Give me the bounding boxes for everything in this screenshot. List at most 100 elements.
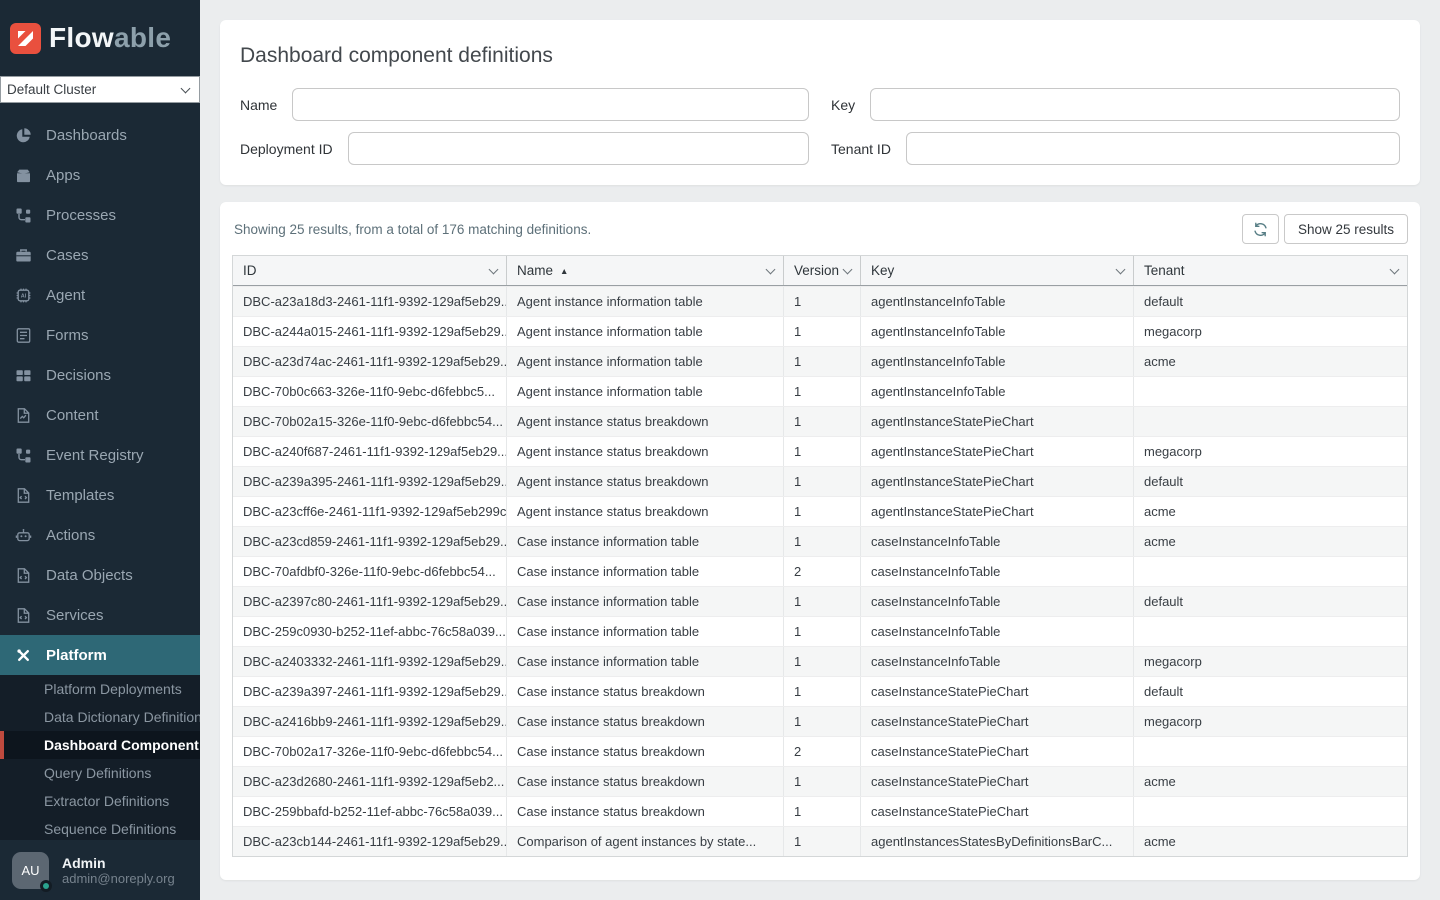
- table-row[interactable]: DBC-a23a18d3-2461-11f1-9392-129af5eb29..…: [233, 286, 1407, 316]
- sidebar-item-dashboards[interactable]: Dashboards: [0, 115, 200, 155]
- sidebar-item-content[interactable]: Content: [0, 395, 200, 435]
- name-filter-label: Name: [240, 97, 277, 113]
- avatar: AU: [12, 852, 49, 889]
- flowable-logo-icon: [10, 23, 41, 54]
- table-row[interactable]: DBC-a2403332-2461-11f1-9392-129af5eb29..…: [233, 646, 1407, 676]
- sidebar-item-services[interactable]: Services: [0, 595, 200, 635]
- table-row[interactable]: DBC-70afdbf0-326e-11f0-9ebc-d6febbc54...…: [233, 556, 1407, 586]
- cell-name: Case instance information table: [507, 557, 784, 586]
- brand-text: Flowable: [49, 22, 171, 54]
- chevron-down-icon[interactable]: [766, 264, 776, 274]
- table-row[interactable]: DBC-a23cb144-2461-11f1-9392-129af5eb29..…: [233, 826, 1407, 856]
- form-icon: [14, 327, 32, 344]
- cell-tenant: [1134, 407, 1407, 436]
- user-panel[interactable]: AU Admin admin@noreply.org: [0, 840, 200, 900]
- table-row[interactable]: DBC-70b0c663-326e-11f0-9ebc-d6febbc5... …: [233, 376, 1407, 406]
- cell-name: Agent instance status breakdown: [507, 407, 784, 436]
- cell-id: DBC-a2416bb9-2461-11f1-9392-129af5eb29..…: [233, 707, 507, 736]
- table-row[interactable]: DBC-a240f687-2461-11f1-9392-129af5eb29..…: [233, 436, 1407, 466]
- refresh-button[interactable]: [1242, 214, 1279, 244]
- chevron-down-icon[interactable]: [1116, 264, 1126, 274]
- sidebar-item-actions[interactable]: Actions: [0, 515, 200, 555]
- cell-key: agentInstanceInfoTable: [861, 287, 1134, 316]
- submenu-item-extractor-definitions[interactable]: Extractor Definitions: [0, 787, 200, 815]
- cell-name: Agent instance information table: [507, 317, 784, 346]
- cell-key: agentInstanceInfoTable: [861, 347, 1134, 376]
- sidebar-item-decisions[interactable]: Decisions: [0, 355, 200, 395]
- table-row[interactable]: DBC-a239a397-2461-11f1-9392-129af5eb29..…: [233, 676, 1407, 706]
- submenu-item-query-definitions[interactable]: Query Definitions: [0, 759, 200, 787]
- submenu-item-sequence-definitions[interactable]: Sequence Definitions: [0, 815, 200, 840]
- cell-name: Case instance information table: [507, 527, 784, 556]
- name-filter-input[interactable]: [292, 88, 809, 121]
- sidebar-item-templates[interactable]: Templates: [0, 475, 200, 515]
- sidebar-item-platform[interactable]: Platform: [0, 635, 200, 675]
- cell-id: DBC-a239a395-2461-11f1-9392-129af5eb29..…: [233, 467, 507, 496]
- process-diagram-icon: [14, 207, 32, 224]
- table-row[interactable]: DBC-a244a015-2461-11f1-9392-129af5eb29..…: [233, 316, 1407, 346]
- sidebar-item-forms[interactable]: Forms: [0, 315, 200, 355]
- cell-tenant: acme: [1134, 767, 1407, 796]
- deployment-id-filter-input[interactable]: [348, 132, 809, 165]
- tenant-id-filter-input[interactable]: [906, 132, 1400, 165]
- table-row[interactable]: DBC-a23cd859-2461-11f1-9392-129af5eb29..…: [233, 526, 1407, 556]
- column-header-key[interactable]: Key: [861, 256, 1134, 285]
- cell-key: agentInstanceStatePieChart: [861, 437, 1134, 466]
- table-row[interactable]: DBC-70b02a17-326e-11f0-9ebc-d6febbc54...…: [233, 736, 1407, 766]
- sidebar-item-data-objects[interactable]: Data Objects: [0, 555, 200, 595]
- column-header-name[interactable]: Name ▲: [507, 256, 784, 285]
- svg-text:AI: AI: [20, 293, 26, 299]
- document-code-icon: [14, 607, 32, 624]
- user-name: Admin: [62, 855, 175, 871]
- cell-version: 1: [784, 527, 861, 556]
- cell-key: agentInstanceStatePieChart: [861, 497, 1134, 526]
- cell-version: 1: [784, 377, 861, 406]
- definitions-table: ID Name ▲ Version Key: [232, 255, 1408, 857]
- key-filter-input[interactable]: [870, 88, 1400, 121]
- cell-key: caseInstanceInfoTable: [861, 587, 1134, 616]
- table-row[interactable]: DBC-a23d2680-2461-11f1-9392-129af5eb2...…: [233, 766, 1407, 796]
- cell-name: Case instance status breakdown: [507, 737, 784, 766]
- filters-card: Dashboard component definitions Name Key…: [220, 20, 1420, 185]
- column-header-tenant[interactable]: Tenant: [1134, 256, 1407, 285]
- cell-name: Case instance status breakdown: [507, 797, 784, 826]
- column-header-id[interactable]: ID: [233, 256, 507, 285]
- cell-version: 1: [784, 617, 861, 646]
- table-row[interactable]: DBC-a23cff6e-2461-11f1-9392-129af5eb299c…: [233, 496, 1407, 526]
- submenu-item-data-dictionary-definitions[interactable]: Data Dictionary Definitions: [0, 703, 200, 731]
- table-row[interactable]: DBC-a239a395-2461-11f1-9392-129af5eb29..…: [233, 466, 1407, 496]
- cell-tenant: default: [1134, 677, 1407, 706]
- cell-version: 1: [784, 677, 861, 706]
- sidebar-menu: Dashboards Apps Processes Cases AI Agent…: [0, 103, 200, 840]
- sidebar-item-event-registry[interactable]: Event Registry: [0, 435, 200, 475]
- cell-name: Case instance information table: [507, 587, 784, 616]
- sidebar-item-agent[interactable]: AI Agent: [0, 275, 200, 315]
- chevron-down-icon[interactable]: [843, 264, 853, 274]
- pie-chart-icon: [14, 127, 32, 144]
- table-row[interactable]: DBC-259c0930-b252-11ef-abbc-76c58a039...…: [233, 616, 1407, 646]
- table-row[interactable]: DBC-259bbafd-b252-11ef-abbc-76c58a039...…: [233, 796, 1407, 826]
- table-row[interactable]: DBC-a23d74ac-2461-11f1-9392-129af5eb29..…: [233, 346, 1407, 376]
- sidebar-item-processes[interactable]: Processes: [0, 195, 200, 235]
- submenu-item-platform-deployments[interactable]: Platform Deployments: [0, 675, 200, 703]
- show-results-button[interactable]: Show 25 results: [1284, 214, 1408, 244]
- status-dot-icon: [40, 880, 52, 892]
- cell-id: DBC-a240f687-2461-11f1-9392-129af5eb29..…: [233, 437, 507, 466]
- chevron-down-icon[interactable]: [489, 264, 499, 274]
- cell-key: caseInstanceStatePieChart: [861, 707, 1134, 736]
- cell-version: 2: [784, 557, 861, 586]
- cluster-select[interactable]: Default Cluster: [0, 76, 200, 103]
- cell-name: Case instance information table: [507, 647, 784, 676]
- tenant-id-filter-label: Tenant ID: [831, 141, 891, 157]
- cell-version: 1: [784, 437, 861, 466]
- sidebar-item-cases[interactable]: Cases: [0, 235, 200, 275]
- column-header-version[interactable]: Version: [784, 256, 861, 285]
- cell-id: DBC-259c0930-b252-11ef-abbc-76c58a039...: [233, 617, 507, 646]
- chevron-down-icon[interactable]: [1390, 264, 1400, 274]
- submenu-item-dashboard-component-definitions[interactable]: Dashboard Component Definitions: [0, 731, 200, 759]
- table-row[interactable]: DBC-70b02a15-326e-11f0-9ebc-d6febbc54...…: [233, 406, 1407, 436]
- table-row[interactable]: DBC-a2416bb9-2461-11f1-9392-129af5eb29..…: [233, 706, 1407, 736]
- table-row[interactable]: DBC-a2397c80-2461-11f1-9392-129af5eb29..…: [233, 586, 1407, 616]
- sidebar-item-apps[interactable]: Apps: [0, 155, 200, 195]
- cell-id: DBC-a239a397-2461-11f1-9392-129af5eb29..…: [233, 677, 507, 706]
